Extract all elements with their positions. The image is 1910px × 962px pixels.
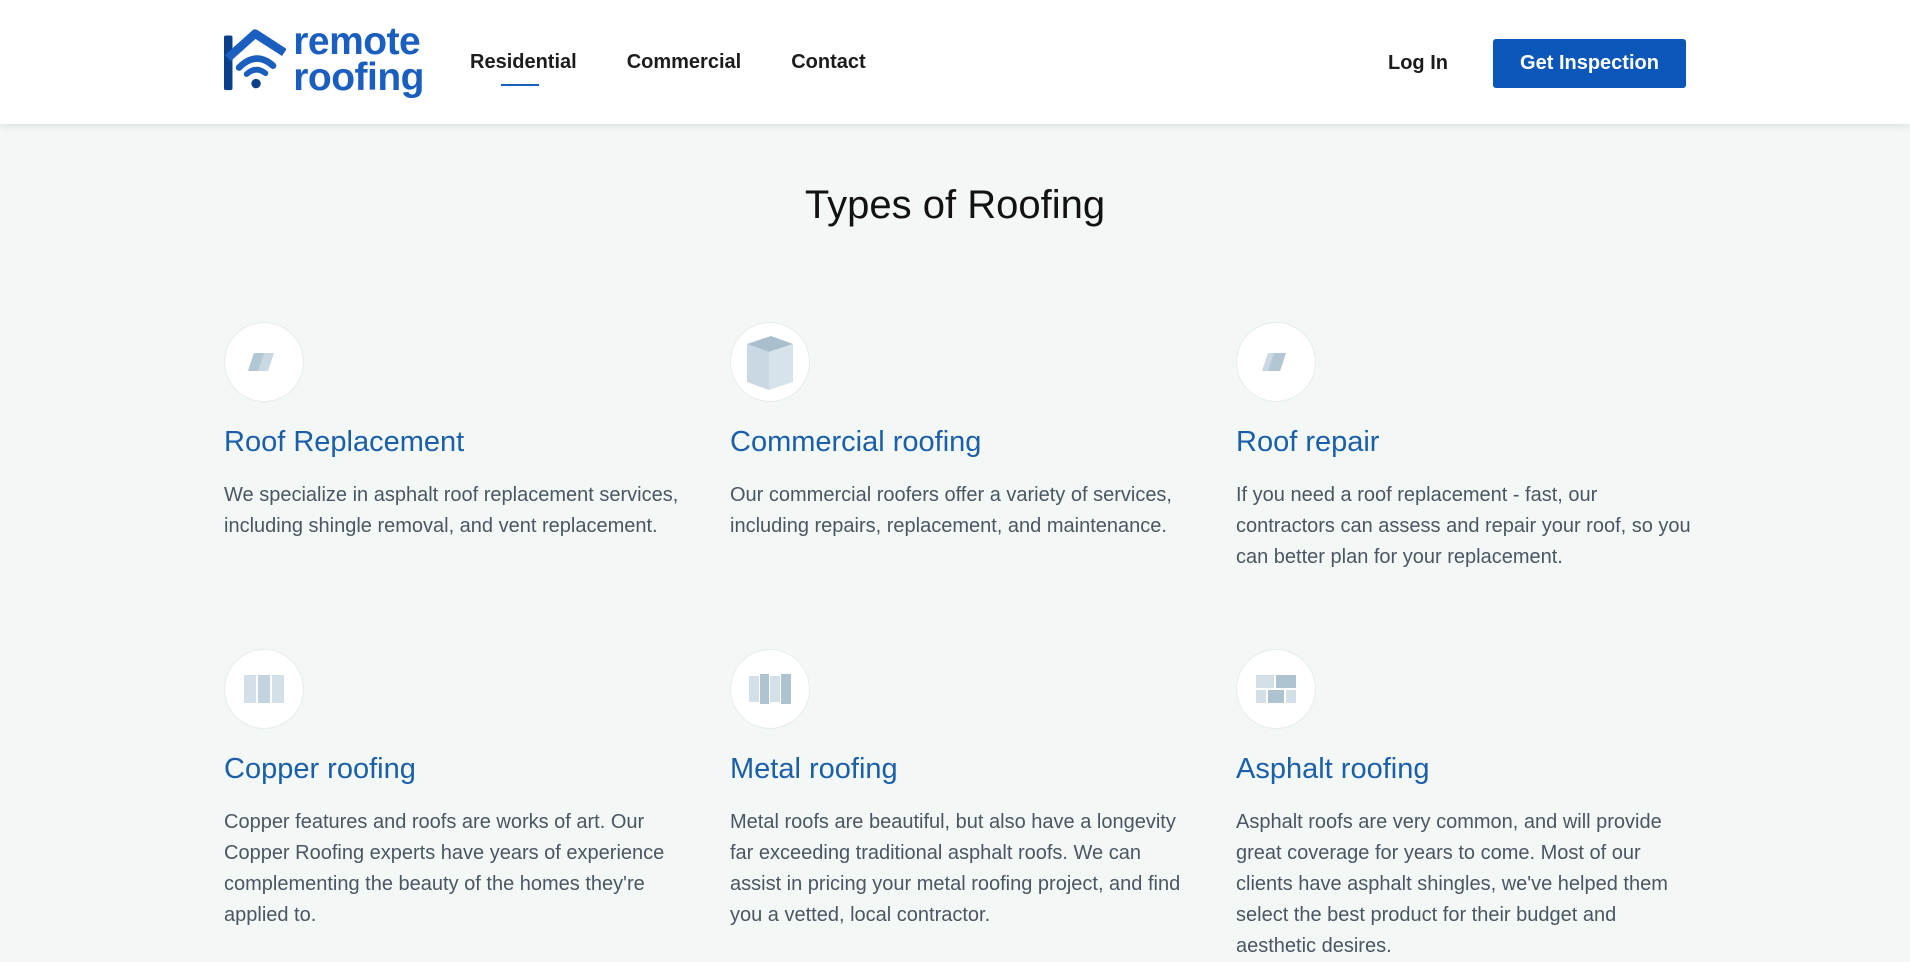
asphalt-tile-icon (1236, 649, 1316, 729)
card-title: Roof Replacement (224, 426, 465, 458)
logo-line-1: remote (293, 20, 421, 63)
nav-contact[interactable]: Contact (791, 51, 865, 74)
card-description: If you need a roof replacement - fast, o… (1236, 484, 1691, 568)
nav-active-indicator (501, 83, 539, 86)
nav-residential-label: Residential (470, 50, 577, 73)
section-title: Types of Roofing (804, 183, 1106, 227)
card-title: Copper roofing (224, 753, 416, 785)
card-title: Asphalt roofing (1236, 753, 1430, 785)
brand-logo[interactable]: remote roofing (224, 20, 424, 99)
roof-shingle-icon (224, 322, 304, 402)
logo-line-2: roofing (293, 56, 424, 99)
card-title: Commercial roofing (730, 426, 982, 458)
card-title: Metal roofing (730, 753, 898, 785)
copper-panel-icon (224, 649, 304, 729)
card-description: We specialize in asphalt roof replacemen… (224, 484, 679, 537)
card-title: Roof repair (1236, 426, 1380, 458)
nav-residential[interactable]: Residential (470, 50, 577, 86)
card-description: Asphalt roofs are very common, and will … (1236, 811, 1668, 957)
site-header: remote roofing Residential Commercial Co… (0, 0, 1910, 124)
nav-commercial[interactable]: Commercial (627, 51, 742, 74)
logo-wordmark: remote roofing (293, 20, 424, 99)
building-cube-icon (730, 322, 810, 402)
card-description: Copper features and roofs are works of a… (224, 811, 665, 926)
card-description: Our commercial roofers offer a variety o… (730, 484, 1172, 537)
main-nav: Residential Commercial Contact (470, 0, 916, 124)
card-description: Metal roofs are beautiful, but also have… (730, 811, 1181, 926)
metal-panel-icon (730, 649, 810, 729)
roof-shingle-icon (1236, 322, 1316, 402)
nav-commercial-label: Commercial (626, 50, 742, 73)
logo-icon (224, 29, 287, 91)
get-inspection-button[interactable]: Get Inspection (1493, 39, 1686, 88)
login-link[interactable]: Log In (1388, 52, 1448, 75)
nav-contact-label: Contact (791, 50, 866, 73)
